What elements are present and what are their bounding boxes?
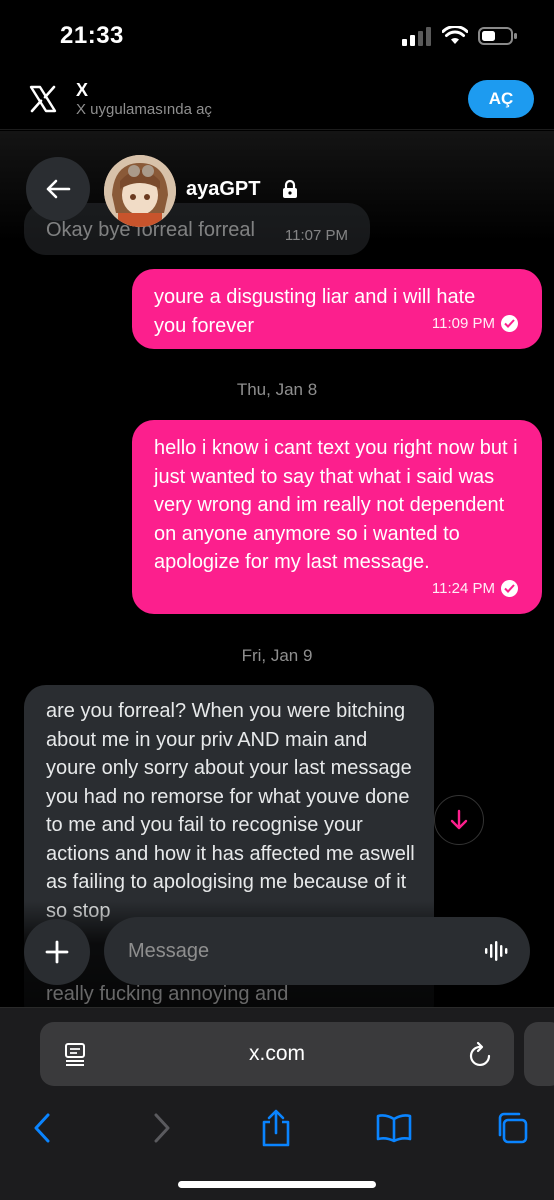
banner-subtitle: X uygulamasında aç xyxy=(76,101,212,118)
voice-message-icon[interactable] xyxy=(484,939,508,963)
address-bar[interactable]: x.com xyxy=(40,1022,514,1086)
avatar[interactable] xyxy=(104,155,176,227)
arrow-down-icon xyxy=(450,809,468,830)
arrow-left-icon xyxy=(46,179,71,199)
reload-icon[interactable] xyxy=(468,1040,494,1068)
status-bar: 21:33 xyxy=(0,0,554,72)
partial-message-text: really fucking annoying and xyxy=(46,983,289,1005)
scroll-to-bottom-button[interactable] xyxy=(434,795,484,845)
tabs-icon xyxy=(498,1112,528,1144)
plus-icon xyxy=(45,940,69,964)
share-icon xyxy=(262,1109,290,1147)
read-check-icon xyxy=(501,580,518,598)
status-time: 21:33 xyxy=(60,22,124,49)
cellular-signal-icon xyxy=(402,27,431,46)
book-icon xyxy=(376,1114,412,1143)
date-divider: Thu, Jan 8 xyxy=(236,380,318,399)
forward-nav-button[interactable] xyxy=(142,1108,182,1148)
banner-title: X xyxy=(76,80,89,100)
battery-icon xyxy=(478,27,517,45)
bookmarks-button[interactable] xyxy=(374,1108,414,1148)
browser-toolbar: x.com xyxy=(0,1007,554,1200)
message-input[interactable] xyxy=(104,917,530,985)
tabs-button[interactable] xyxy=(492,1108,532,1148)
lock-icon xyxy=(283,179,297,198)
message-time: 11:24 PM xyxy=(431,579,495,597)
url-text: x.com xyxy=(248,1042,305,1065)
chevron-left-icon xyxy=(34,1113,50,1143)
date-divider: Fri, Jan 9 xyxy=(241,646,313,665)
read-check-icon xyxy=(501,315,518,333)
avatar-image xyxy=(104,155,176,227)
message-time: 11:07 PM xyxy=(284,227,348,244)
browser-nav-bar xyxy=(0,1100,554,1156)
message-timestamp: 11:09 PM xyxy=(432,310,518,339)
add-media-button[interactable] xyxy=(24,919,90,985)
wifi-icon xyxy=(442,26,468,44)
share-button[interactable] xyxy=(256,1108,296,1148)
contact-name[interactable]: ayaGPT xyxy=(186,178,260,201)
message-sent[interactable]: youre a disgusting liar and i will hate … xyxy=(132,269,542,349)
chevron-right-icon xyxy=(154,1113,170,1143)
status-icons xyxy=(402,26,518,46)
home-indicator xyxy=(178,1181,376,1188)
chat-thread[interactable]: Okay bye forreal forreal 11:07 PM ayaGPT… xyxy=(0,131,554,1007)
back-button[interactable] xyxy=(26,157,90,221)
message-timestamp: 11:24 PM xyxy=(432,575,518,604)
x-logo-icon xyxy=(29,85,57,113)
message-time: 11:09 PM xyxy=(431,314,495,332)
app-banner: X X uygulamasında aç AÇ xyxy=(0,72,554,130)
back-nav-button[interactable] xyxy=(22,1108,62,1148)
open-in-app-button[interactable]: AÇ xyxy=(468,80,534,118)
message-sent[interactable]: hello i know i cant text you right now b… xyxy=(132,420,542,614)
message-text: are you forreal? When you were bitching … xyxy=(46,700,415,922)
message-text: hello i know i cant text you right now b… xyxy=(154,437,518,573)
next-tab-preview[interactable] xyxy=(524,1022,554,1086)
